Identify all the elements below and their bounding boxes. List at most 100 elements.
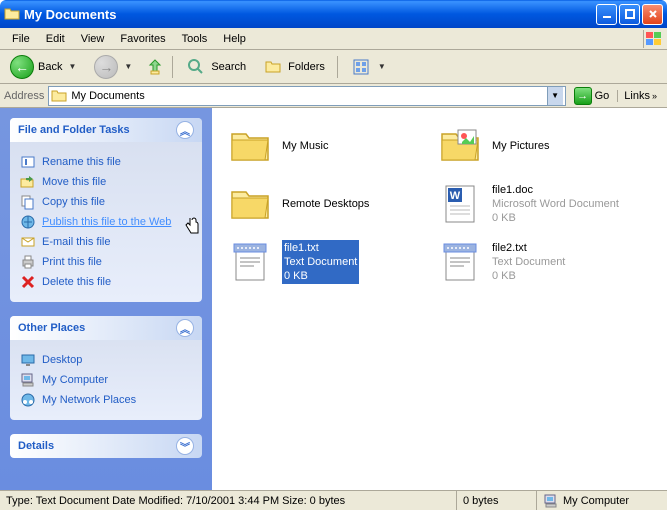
txt-icon — [436, 238, 484, 286]
forward-button[interactable]: → ▼ — [88, 53, 140, 81]
collapse-icon[interactable]: ︽ — [176, 319, 194, 337]
back-button[interactable]: ← Back ▼ — [4, 53, 84, 81]
copy-icon — [20, 194, 36, 210]
expand-icon[interactable]: ︾ — [176, 437, 194, 455]
desktop-icon — [20, 352, 36, 368]
folder-item[interactable]: My Pictures — [432, 118, 642, 174]
task-email[interactable]: E-mail this file — [20, 232, 192, 252]
menu-help[interactable]: Help — [215, 31, 254, 47]
up-button[interactable] — [144, 56, 166, 78]
main-area: File and Folder Tasks ︽ Rename this file… — [0, 108, 667, 490]
task-label: Rename this file — [42, 156, 121, 168]
windows-flag-icon[interactable] — [643, 30, 663, 48]
computer-icon — [20, 372, 36, 388]
links-bar[interactable]: Links » — [617, 90, 663, 102]
task-move[interactable]: Move this file — [20, 172, 192, 192]
email-icon — [20, 234, 36, 250]
task-label: Move this file — [42, 176, 106, 188]
address-dropdown-icon[interactable]: ▼ — [547, 87, 563, 105]
task-label: Publish this file to the Web — [42, 216, 171, 228]
publish-icon — [20, 214, 36, 230]
details-panel-title: Details — [18, 440, 176, 452]
back-icon: ← — [10, 55, 34, 79]
titlebar: My Documents — [0, 0, 667, 28]
close-button[interactable] — [642, 4, 663, 25]
tasks-panel-title: File and Folder Tasks — [18, 124, 176, 136]
network-icon — [20, 392, 36, 408]
collapse-icon[interactable]: ︽ — [176, 121, 194, 139]
file-item[interactable]: file2.txtText Document0 KB — [432, 234, 642, 290]
go-button[interactable]: → Go — [570, 86, 614, 106]
links-label: Links — [624, 90, 650, 102]
hand-cursor-icon — [184, 216, 202, 236]
task-label: Copy this file — [42, 196, 105, 208]
place-desktop[interactable]: Desktop — [20, 350, 192, 370]
views-dropdown-icon[interactable]: ▼ — [376, 62, 388, 71]
item-name: file1.doc — [492, 183, 619, 197]
task-copy[interactable]: Copy this file — [20, 192, 192, 212]
search-button[interactable]: Search — [179, 54, 252, 80]
details-panel: Details ︾ — [10, 434, 202, 458]
address-label: Address — [4, 90, 44, 102]
search-label: Search — [211, 61, 246, 73]
item-name: My Pictures — [492, 139, 549, 153]
folder-item[interactable]: Remote Desktops — [222, 176, 432, 232]
place-label: My Computer — [42, 374, 108, 386]
task-print[interactable]: Print this file — [20, 252, 192, 272]
folders-button[interactable]: Folders — [256, 54, 331, 80]
menu-favorites[interactable]: Favorites — [112, 31, 173, 47]
status-zone-label: My Computer — [563, 495, 629, 507]
computer-icon — [543, 493, 559, 509]
menu-tools[interactable]: Tools — [174, 31, 216, 47]
task-rename[interactable]: Rename this file — [20, 152, 192, 172]
file-item-selected[interactable]: file1.txtText Document0 KB — [222, 234, 432, 290]
txt-icon — [226, 238, 274, 286]
task-delete[interactable]: Delete this file — [20, 272, 192, 292]
task-label: E-mail this file — [42, 236, 110, 248]
place-mycomputer[interactable]: My Computer — [20, 370, 192, 390]
delete-icon — [20, 274, 36, 290]
status-size: 0 bytes — [457, 491, 537, 510]
place-network[interactable]: My Network Places — [20, 390, 192, 410]
tasks-panel-header[interactable]: File and Folder Tasks ︽ — [10, 118, 202, 142]
task-label: Print this file — [42, 256, 102, 268]
folder-icon — [226, 122, 274, 170]
item-size: 0 KB — [492, 269, 565, 283]
forward-icon: → — [94, 55, 118, 79]
place-label: Desktop — [42, 354, 82, 366]
search-icon — [185, 56, 207, 78]
menu-view[interactable]: View — [73, 31, 113, 47]
places-panel-header[interactable]: Other Places ︽ — [10, 316, 202, 340]
task-publish[interactable]: Publish this file to the Web — [20, 212, 192, 232]
toolbar: ← Back ▼ → ▼ Search Folders ▼ — [0, 50, 667, 84]
folders-icon — [262, 56, 284, 78]
menu-file[interactable]: File — [4, 31, 38, 47]
move-icon — [20, 174, 36, 190]
maximize-button[interactable] — [619, 4, 640, 25]
places-panel: Other Places ︽ Desktop My Computer My Ne… — [10, 316, 202, 420]
addressbar: Address My Documents ▼ → Go Links » — [0, 84, 667, 108]
folder-item[interactable]: My Music — [222, 118, 432, 174]
minimize-button[interactable] — [596, 4, 617, 25]
file-list[interactable]: My Music My Pictures Remote Desktops W f… — [212, 108, 667, 490]
views-button[interactable]: ▼ — [344, 54, 394, 80]
file-item[interactable]: W file1.docMicrosoft Word Document0 KB — [432, 176, 642, 232]
go-label: Go — [595, 90, 610, 102]
places-panel-title: Other Places — [18, 322, 176, 334]
address-field[interactable]: My Documents ▼ — [48, 86, 565, 106]
address-value: My Documents — [71, 90, 546, 102]
item-desc: Text Document — [284, 255, 357, 269]
item-desc: Text Document — [492, 255, 565, 269]
folders-label: Folders — [288, 61, 325, 73]
tasks-panel: File and Folder Tasks ︽ Rename this file… — [10, 118, 202, 302]
back-dropdown-icon[interactable]: ▼ — [66, 62, 78, 71]
item-size: 0 KB — [284, 269, 357, 283]
item-name: Remote Desktops — [282, 197, 369, 211]
item-size: 0 KB — [492, 211, 619, 225]
forward-dropdown-icon[interactable]: ▼ — [122, 62, 134, 71]
menu-edit[interactable]: Edit — [38, 31, 73, 47]
details-panel-header[interactable]: Details ︾ — [10, 434, 202, 458]
svg-text:W: W — [450, 190, 461, 202]
folder-icon — [226, 180, 274, 228]
item-name: My Music — [282, 139, 328, 153]
